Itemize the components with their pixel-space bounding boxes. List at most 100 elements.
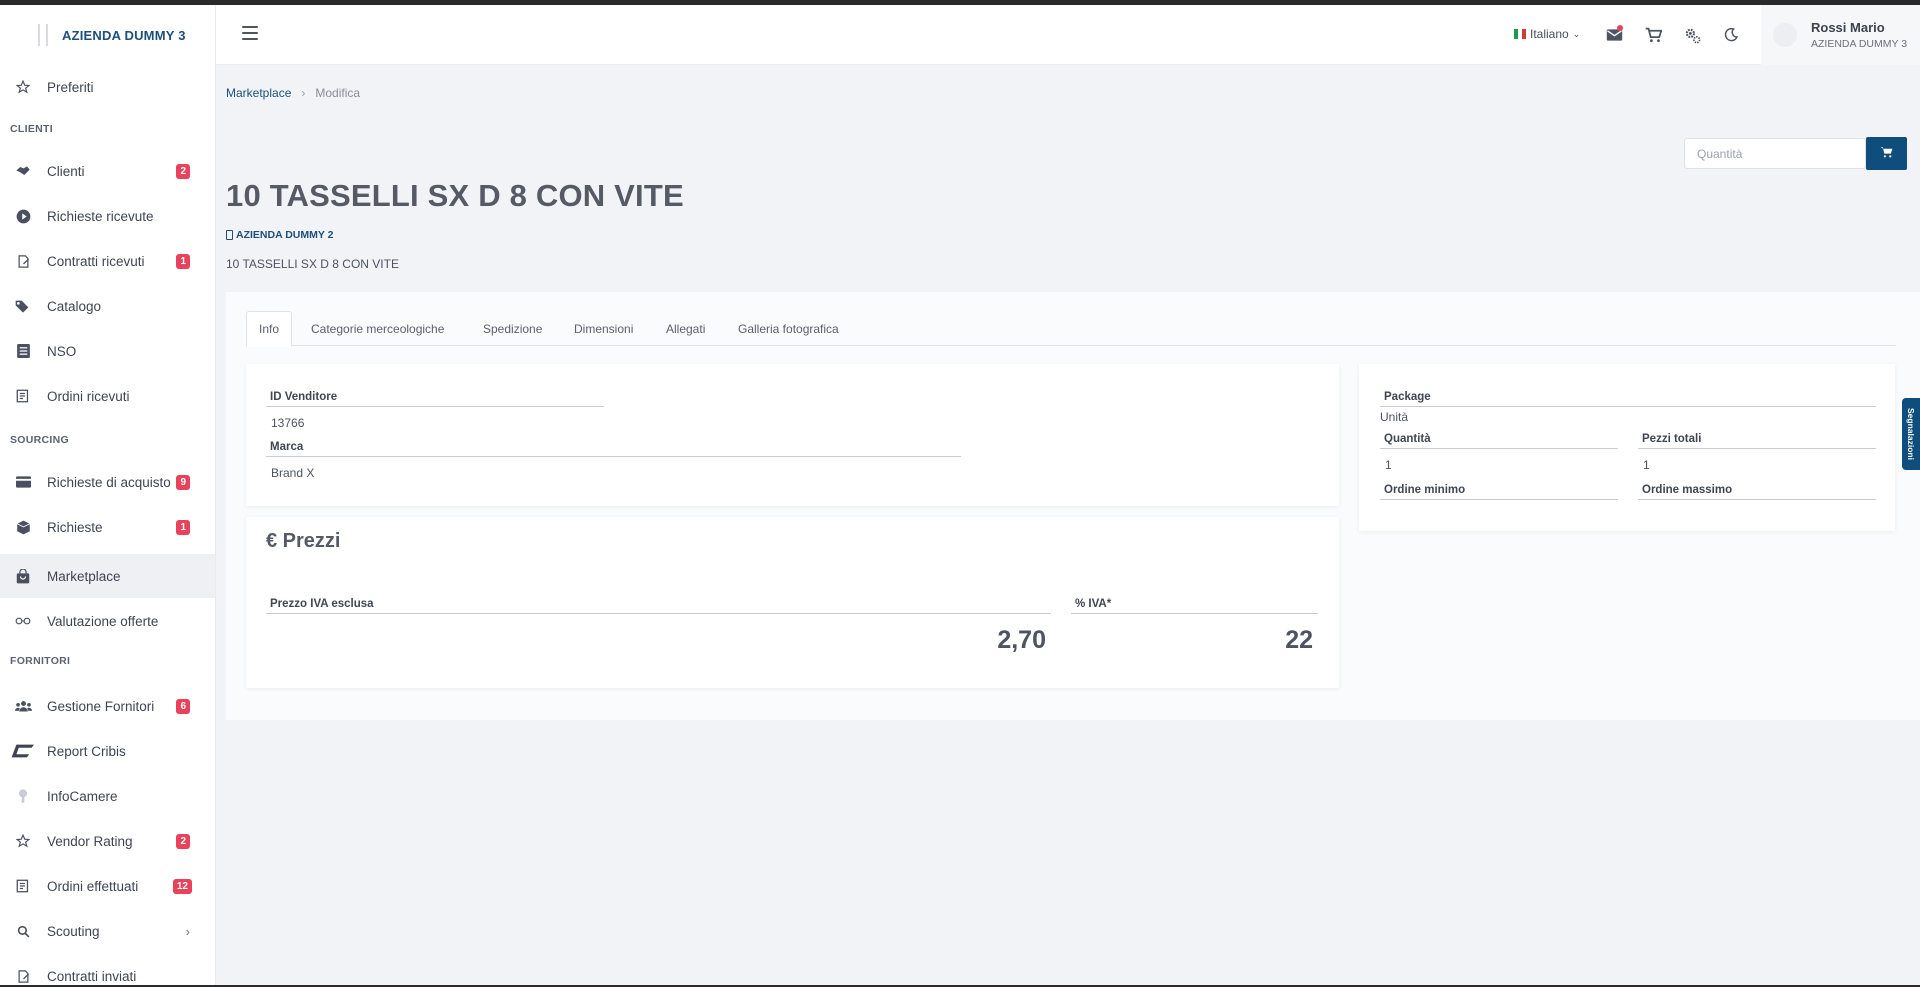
notification-dot [1617, 25, 1623, 31]
brand-name: AZIENDA DUMMY 3 [62, 27, 186, 43]
settings-gears-icon[interactable] [1680, 23, 1704, 47]
section-clienti: CLIENTI [10, 123, 53, 135]
brand-logo-icon [38, 24, 48, 46]
brand-value: Brand X [271, 466, 315, 480]
sidebar-item-gestione-fornitori[interactable]: Gestione Fornitori 6 [0, 684, 215, 728]
dark-mode-moon-icon[interactable] [1719, 23, 1743, 47]
vat-value: 22 [1285, 626, 1313, 654]
quantity-input[interactable] [1684, 138, 1866, 169]
sidebar-item-label: NSO [47, 343, 77, 359]
count-badge: 6 [176, 698, 190, 714]
sidebar-item-label: InfoCamere [47, 788, 118, 804]
sidebar-item-richieste-di-acquisto[interactable]: Richieste di acquisto 9 [0, 460, 215, 504]
chevron-down-icon: ⌄ [1572, 28, 1581, 39]
sidebar-item-label: Richieste ricevute [47, 208, 154, 224]
star-icon [14, 832, 32, 850]
menu-toggle-icon[interactable] [242, 26, 258, 40]
receipt-icon [14, 387, 32, 405]
sidebar-item-scouting[interactable]: Scouting › [0, 909, 215, 953]
sidebar-item-report-cribis[interactable]: Report Cribis [0, 729, 215, 773]
sidebar-item-catalogo[interactable]: Catalogo [0, 284, 215, 328]
sidebar-item-richieste-ricevute[interactable]: Richieste ricevute [0, 194, 215, 238]
count-badge: 9 [176, 474, 190, 490]
tab-galleria-fotografica[interactable]: Galleria fotografica [726, 311, 851, 346]
sidebar-item-label: Contratti ricevuti [47, 253, 145, 269]
sidebar-item-valutazione-offerte[interactable]: Valutazione offerte [0, 599, 215, 643]
sidebar-item-label: Contratti inviati [47, 968, 137, 984]
tab-dimensioni[interactable]: Dimensioni [562, 311, 645, 346]
brand[interactable]: AZIENDA DUMMY 3 [0, 5, 215, 65]
sidebar-item-label: Ordini ricevuti [47, 388, 130, 404]
top-header: Italiano ⌄ Rossi Mario AZIENDA DUMMY 3 [216, 5, 1920, 65]
add-to-cart-button[interactable] [1866, 137, 1907, 170]
sidebar-item-contratti-inviati[interactable]: Contratti inviati [0, 954, 215, 985]
sidebar-item-label: Richieste [47, 519, 103, 535]
sidebar-item-label: Scouting [47, 923, 100, 939]
page-title: 10 TASSELLI SX D 8 CON VITE [226, 178, 684, 213]
chevron-right-icon: › [185, 923, 190, 939]
brand-label: Marca [266, 441, 961, 457]
prices-title: € Prezzi [266, 530, 341, 552]
sidebar-item-vendor-rating[interactable]: Vendor Rating 2 [0, 819, 215, 863]
breadcrumb-current: Modifica [315, 86, 361, 100]
count-badge: 1 [176, 519, 190, 535]
handshake-icon [14, 162, 32, 180]
sidebar-item-ordini-ricevuti[interactable]: Ordini ricevuti [0, 374, 215, 418]
breadcrumb: Marketplace › Modifica [226, 86, 360, 100]
count-badge: 12 [172, 878, 192, 894]
total-pieces-label: Pezzi totali [1638, 433, 1876, 449]
vendor-link[interactable]: AZIENDA DUMMY 2 [226, 229, 333, 241]
sidebar-item-ordini-effettuati[interactable]: Ordini effettuati 12 [0, 864, 215, 908]
user-menu[interactable]: Rossi Mario AZIENDA DUMMY 3 [1761, 5, 1920, 65]
sidebar-item-nso[interactable]: NSO [0, 329, 215, 373]
search-icon [14, 922, 32, 940]
tab-categorie-merceologiche[interactable]: Categorie merceologiche [299, 311, 456, 346]
count-badge: 2 [176, 163, 190, 179]
info-panel [246, 364, 1339, 506]
sidebar: AZIENDA DUMMY 3 Preferiti CLIENTI Client… [0, 5, 216, 985]
sidebar-item-label: Valutazione offerte [47, 613, 159, 629]
play-circle-icon [14, 207, 32, 225]
product-description: 10 TASSELLI SX D 8 CON VITE [226, 257, 399, 271]
sidebar-item-richieste[interactable]: Richieste 1 [0, 505, 215, 549]
quantity-value: 1 [1385, 458, 1392, 472]
vendor-id-label: ID Venditore [266, 391, 604, 407]
reports-side-tab[interactable]: Segnalazioni [1902, 398, 1920, 470]
building-icon [226, 230, 233, 240]
breadcrumb-marketplace[interactable]: Marketplace [226, 86, 291, 100]
quantity-label: Quantità [1380, 433, 1618, 449]
star-icon [14, 78, 32, 96]
user-name: Rossi Mario [1811, 20, 1885, 35]
price-value: 2,70 [997, 626, 1046, 654]
avatar [1773, 23, 1797, 47]
sidebar-item-marketplace[interactable]: Marketplace [0, 554, 215, 598]
sidebar-item-label: Preferiti [47, 79, 94, 95]
italy-flag-icon [1514, 29, 1526, 39]
sidebar-item-label: Ordini effettuati [47, 878, 139, 894]
tab-info[interactable]: Info [246, 311, 293, 347]
cart-icon [1880, 146, 1893, 161]
sidebar-item-label: Gestione Fornitori [47, 698, 155, 714]
language-selector[interactable]: Italiano ⌄ [1514, 27, 1580, 41]
min-order-label: Ordine minimo [1380, 484, 1618, 500]
sidebar-item-clienti[interactable]: Clienti 2 [0, 149, 215, 193]
sidebar-item-preferiti[interactable]: Preferiti [0, 65, 215, 109]
mail-icon[interactable] [1602, 23, 1626, 47]
tab-spedizione[interactable]: Spedizione [471, 311, 554, 346]
sidebar-item-label: Report Cribis [47, 743, 126, 759]
max-order-label: Ordine massimo [1638, 484, 1876, 500]
tab-allegati[interactable]: Allegati [654, 311, 717, 346]
sidebar-item-infocamere[interactable]: InfoCamere [0, 774, 215, 818]
sidebar-item-label: Catalogo [47, 298, 102, 314]
cribis-logo-icon [10, 742, 34, 760]
package-label: Package [1380, 391, 1876, 407]
cart-icon[interactable] [1641, 23, 1665, 47]
section-sourcing: SOURCING [10, 434, 69, 446]
contract-icon [14, 967, 32, 985]
list-icon [14, 342, 32, 360]
glasses-icon [14, 612, 32, 630]
tags-icon [14, 297, 32, 315]
count-badge: 2 [176, 833, 190, 849]
tab-bar: Info Categorie merceologiche Spedizione … [246, 311, 1896, 347]
sidebar-item-contratti-ricevuti[interactable]: Contratti ricevuti 1 [0, 239, 215, 283]
